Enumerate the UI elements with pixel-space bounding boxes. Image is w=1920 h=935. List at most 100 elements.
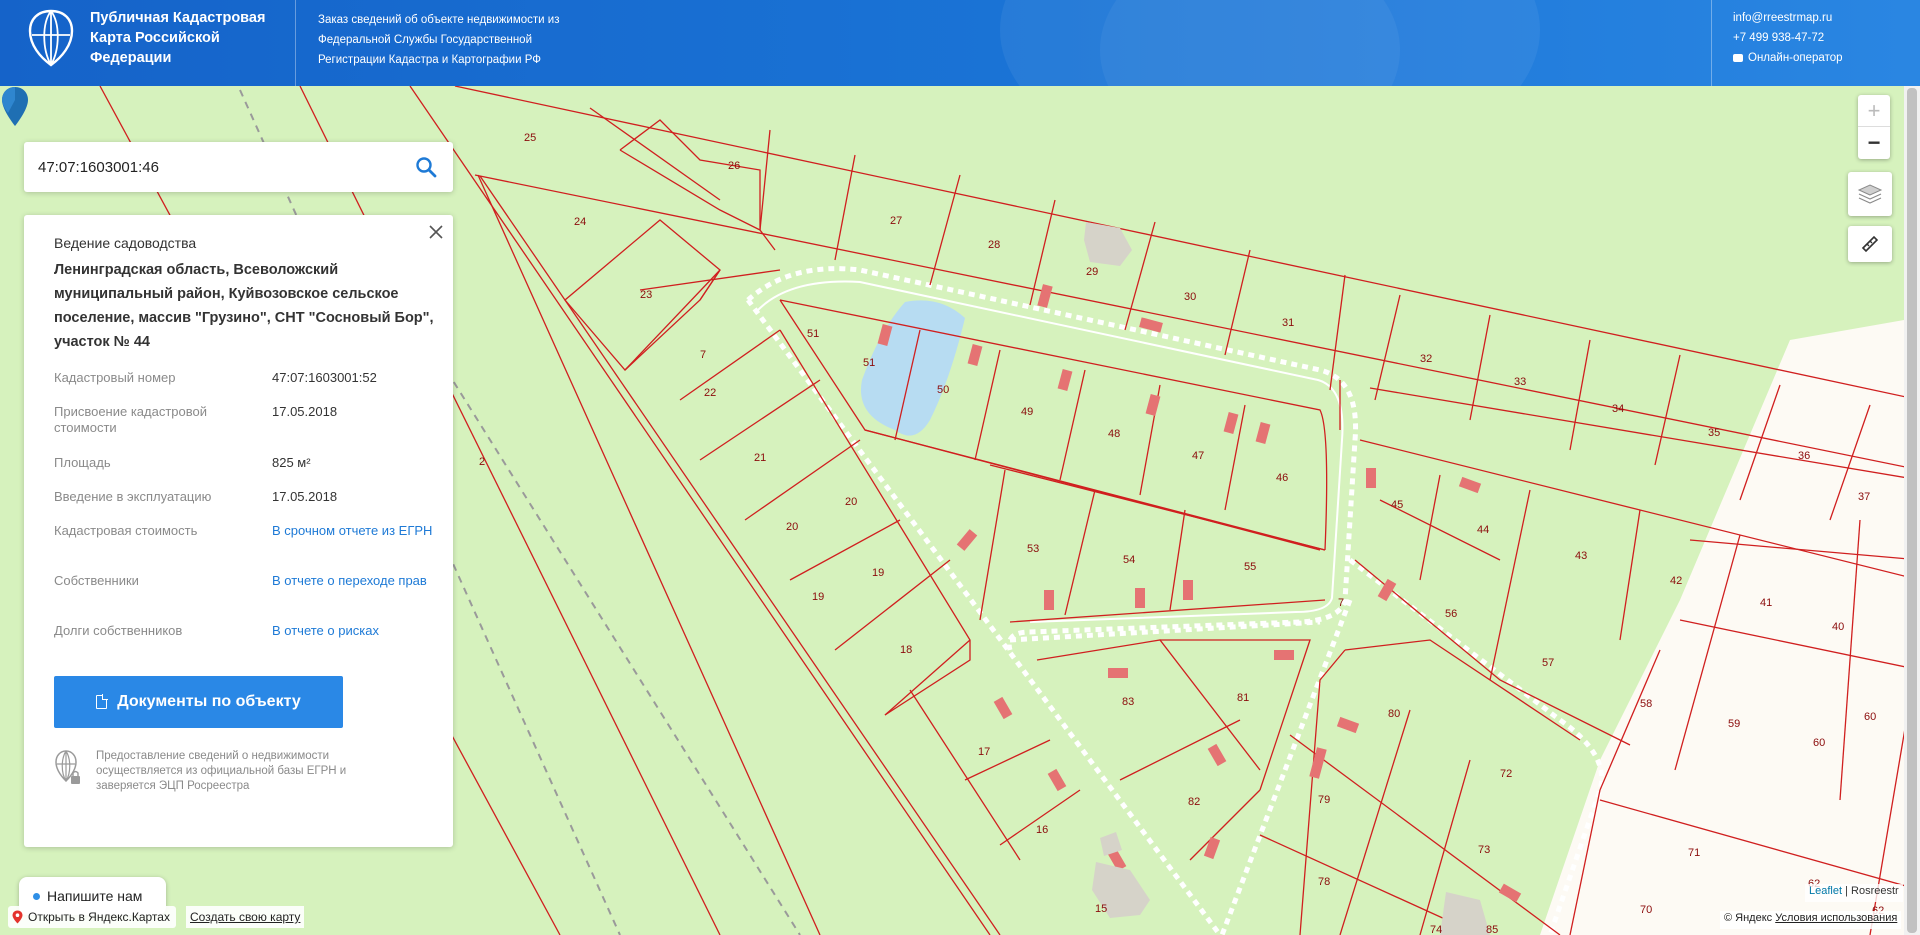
object-address: Ленинградская область, Всеволожский муни… bbox=[54, 262, 434, 350]
open-in-yandex-maps-link[interactable]: Открыть в Яндекс.Картах bbox=[8, 906, 176, 928]
plot-number: 23 bbox=[640, 289, 652, 301]
ruler-button[interactable] bbox=[1848, 226, 1892, 262]
plot-number: 28 bbox=[988, 239, 1000, 251]
terms-of-use-link[interactable]: Условия использования bbox=[1775, 912, 1897, 924]
plot-number: 79 bbox=[1318, 794, 1330, 806]
header-contacts: info@rreestrmap.ru +7 499 938-47-72 Онла… bbox=[1733, 8, 1843, 68]
plot-number: 18 bbox=[900, 644, 912, 656]
plot-number: 29 bbox=[1086, 266, 1098, 278]
brand-title: Публичная Кадастровая Карта Российской Ф… bbox=[90, 10, 266, 66]
plot-number: 24 bbox=[574, 216, 586, 228]
header-info-text: Заказ сведений об объекте недвижимости и… bbox=[318, 14, 560, 66]
plot-number: 21 bbox=[754, 452, 766, 464]
create-map-link[interactable]: Создать свою карту bbox=[186, 906, 305, 928]
yandex-pin-icon bbox=[12, 910, 23, 924]
plot-number: 37 bbox=[1858, 491, 1870, 503]
info-value: 17.05.2018 bbox=[272, 489, 338, 504]
search-input[interactable] bbox=[24, 158, 384, 176]
page-scrollbar[interactable] bbox=[1904, 86, 1920, 935]
plot-number: 7 bbox=[700, 349, 706, 361]
plot-number: 72 bbox=[1500, 768, 1512, 780]
rights-transfer-report-link[interactable]: В отчете о переходе прав bbox=[272, 573, 452, 589]
plot-number: 32 bbox=[1420, 353, 1432, 365]
plot-number: 2 bbox=[479, 456, 485, 468]
info-key: Площадь bbox=[54, 455, 111, 470]
chat-icon bbox=[1733, 54, 1743, 62]
plot-number: 73 bbox=[1478, 844, 1490, 856]
yandex-copyright: © Яндекс Условия использования bbox=[1720, 911, 1902, 929]
plot-number: 81 bbox=[1237, 692, 1249, 704]
plot-number: 40 bbox=[1832, 621, 1844, 633]
info-key: Собственники bbox=[54, 573, 139, 588]
object-documents-button[interactable]: Документы по объекту bbox=[54, 676, 343, 728]
layers-icon bbox=[1857, 184, 1883, 204]
info-key: Долги собственников bbox=[54, 623, 183, 638]
plot-number: 43 bbox=[1575, 550, 1587, 562]
brand[interactable]: Публичная Кадастровая Карта Российской Ф… bbox=[26, 8, 280, 68]
chat-status-icon bbox=[33, 892, 40, 900]
globe-lock-icon bbox=[55, 750, 80, 784]
urgent-report-link[interactable]: В срочном отчете из ЕГРН bbox=[272, 523, 452, 539]
document-icon bbox=[96, 694, 109, 709]
search-icon[interactable] bbox=[415, 156, 437, 178]
object-documents-label: Документы по объекту bbox=[117, 693, 301, 710]
pond bbox=[860, 300, 965, 436]
plot-number: 56 bbox=[1445, 608, 1457, 620]
plot-number: 53 bbox=[1027, 543, 1039, 555]
zoom-out-button[interactable]: − bbox=[1858, 127, 1890, 159]
scrollbar-thumb[interactable] bbox=[1907, 88, 1917, 933]
plot-number: 83 bbox=[1122, 696, 1134, 708]
zoom-in-button[interactable]: + bbox=[1858, 95, 1890, 127]
plot-number: 60 bbox=[1864, 711, 1876, 723]
object-info-panel: Ведение садоводства Ленинградская област… bbox=[24, 215, 453, 847]
plot-number: 49 bbox=[1021, 406, 1033, 418]
info-key: Кадастровая стоимость bbox=[54, 523, 198, 538]
location-marker-icon[interactable] bbox=[0, 86, 30, 128]
risk-report-link[interactable]: В отчете о рисках bbox=[272, 623, 452, 639]
buildings bbox=[877, 284, 1522, 903]
layers-button[interactable] bbox=[1848, 172, 1892, 216]
header-divider bbox=[1711, 0, 1712, 86]
header-divider bbox=[295, 0, 296, 86]
plot-number: 42 bbox=[1670, 575, 1682, 587]
info-value: 47:07:1603001:52 bbox=[272, 370, 377, 385]
unassigned-land-area bbox=[1540, 320, 1904, 935]
plot-number: 17 bbox=[978, 746, 990, 758]
plot-number: 51 bbox=[863, 357, 875, 369]
header: Публичная Кадастровая Карта Российской Ф… bbox=[0, 0, 1920, 86]
plot-number: 60 bbox=[1813, 737, 1825, 749]
plot-number: 58 bbox=[1640, 698, 1652, 710]
contact-phone[interactable]: +7 499 938-47-72 bbox=[1733, 28, 1843, 48]
plot-number: 50 bbox=[937, 384, 949, 396]
leaflet-link[interactable]: Leaflet bbox=[1809, 885, 1842, 897]
plot-number: 82 bbox=[1188, 796, 1200, 808]
plot-number: 51 bbox=[807, 328, 819, 340]
egrn-note-text: Предоставление сведений о недвижимости о… bbox=[96, 750, 347, 792]
plot-number: 27 bbox=[890, 215, 902, 227]
plot-number: 36 bbox=[1798, 450, 1810, 462]
online-operator-label: Онлайн-оператор bbox=[1748, 52, 1843, 64]
plot-number: 41 bbox=[1760, 597, 1772, 609]
contact-email[interactable]: info@rreestrmap.ru bbox=[1733, 8, 1843, 28]
online-operator-link[interactable]: Онлайн-оператор bbox=[1733, 48, 1843, 68]
plot-number: 15 bbox=[1095, 903, 1107, 915]
plot-number: 45 bbox=[1391, 499, 1403, 511]
plot-number: 35 bbox=[1708, 427, 1720, 439]
plot-number: 30 bbox=[1184, 291, 1196, 303]
plot-number: 78 bbox=[1318, 876, 1330, 888]
plot-number: 47 bbox=[1192, 450, 1204, 462]
plot-number: 26 bbox=[728, 160, 740, 172]
close-icon[interactable] bbox=[427, 223, 445, 241]
plot-number: 74 bbox=[1430, 924, 1442, 935]
yandex-copyright-text: © Яндекс bbox=[1724, 912, 1773, 924]
plot-number: 59 bbox=[1728, 718, 1740, 730]
write-to-us-label: Напишите нам bbox=[47, 888, 143, 904]
plot-number: 34 bbox=[1612, 403, 1624, 415]
plot-number: 31 bbox=[1282, 317, 1294, 329]
plot-number: 55 bbox=[1244, 561, 1256, 573]
plot-number: 7 bbox=[1338, 597, 1344, 609]
plot-number: 85 bbox=[1486, 924, 1498, 935]
object-kind: Ведение садоводства bbox=[54, 235, 197, 251]
plot-number: 20 bbox=[845, 496, 857, 508]
ruler-icon bbox=[1861, 235, 1879, 253]
